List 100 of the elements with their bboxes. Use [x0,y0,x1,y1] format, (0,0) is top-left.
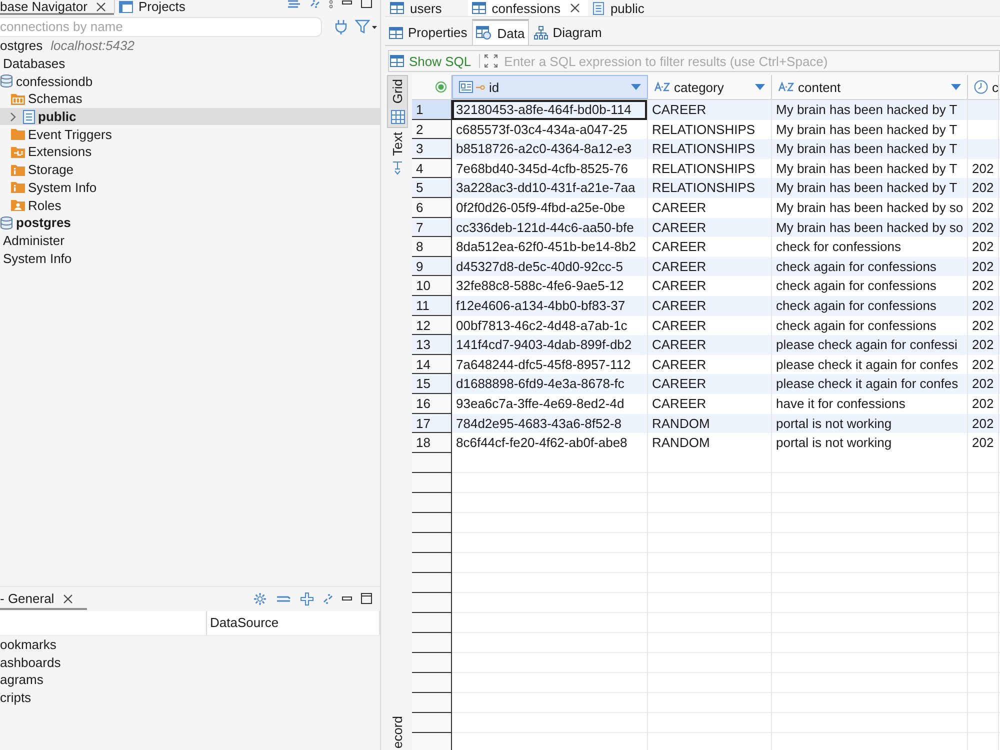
editor-tab[interactable]: confessions [468,0,588,16]
table-cell: CAREER [648,256,772,276]
column-header[interactable]: content [772,75,968,99]
maximize-icon[interactable] [361,593,372,604]
project-item[interactable]: ookmarks [0,636,56,654]
table-cell: 202 [968,335,999,355]
database-icon [0,74,13,88]
table-cell: 141f4cd7-9403-4dab-899f-db2 [452,335,648,355]
caret-icon[interactable] [631,84,641,90]
row-number[interactable]: 18 [412,433,452,453]
table-icon [389,26,403,38]
row-number[interactable]: 15 [412,374,452,394]
table-cell: f12e4606-a134-4bb0-bf83-37 [452,296,648,316]
table-search-icon [476,26,492,40]
maximize-icon[interactable] [361,0,372,8]
caret-icon[interactable] [755,84,765,90]
editor-tab[interactable]: users [385,0,468,16]
tree-item[interactable]: Extensions [11,143,92,161]
clock-icon [974,80,988,94]
stack-icon[interactable] [287,0,301,8]
row-number[interactable]: 7 [412,218,452,238]
side-tab[interactable]: Text [387,128,408,180]
minimize-icon[interactable] [342,0,352,6]
link-icon[interactable] [323,594,333,604]
row-number[interactable]: 4 [412,158,452,178]
database-icon [0,216,13,230]
view-tab[interactable]: Properties [385,19,472,45]
tree-item[interactable]: public [0,108,380,126]
tree-item[interactable]: Schemas [11,90,82,108]
side-tab[interactable]: ecord [387,712,408,750]
tree-item[interactable]: System Info [11,178,97,196]
plug-icon[interactable] [333,18,349,34]
row-number[interactable]: 14 [412,354,452,374]
view-tab[interactable]: Diagram [530,19,606,45]
expand-icon[interactable] [300,592,314,606]
panel-tab[interactable]: base Navigator [0,0,114,15]
table-cell: My brain has been hacked by T [772,178,968,198]
tree-item[interactable]: Roles [11,196,62,214]
close-icon[interactable] [63,594,74,604]
row-number[interactable]: 3 [412,139,452,159]
tree-item[interactable]: System Info [3,249,72,267]
settings-icon[interactable] [253,592,267,606]
row-number[interactable]: 16 [412,394,452,414]
link-icon[interactable] [310,0,320,8]
row-number[interactable]: 9 [412,256,452,276]
row-number[interactable]: 6 [412,198,452,218]
tree-item[interactable]: postgres [0,214,71,232]
row-number[interactable]: 5 [412,178,452,198]
table-cell: 784d2e95-4683-43a6-8f52-8 [452,414,648,434]
info-folder-icon [11,181,25,194]
row-number[interactable]: 13 [412,335,452,355]
project-item[interactable]: agrams [0,671,44,690]
table-cell: CAREER [648,218,772,238]
tree-item[interactable]: Storage [11,160,74,178]
filter-icon[interactable] [355,18,377,34]
collapse-icon[interactable] [276,594,291,602]
grid-icon [390,110,404,124]
filter-field[interactable]: Show SQL Enter a SQL expression to filter results (use Ctrl+Space) [388,50,1000,72]
row-number[interactable]: 1 [412,100,452,120]
tree-item[interactable]: Administer [3,232,64,250]
column-header[interactable]: category [648,75,772,99]
panel-tab[interactable]: Projects [119,0,194,15]
editor-tab[interactable]: public [588,0,670,16]
tree-item[interactable]: Databases [3,54,66,72]
project-item[interactable]: cripts [0,689,32,707]
side-tab[interactable]: Grid [387,75,408,128]
show-sql-button[interactable]: Show SQL [389,51,476,71]
table-cell: My brain has been hacked by so [772,218,968,238]
close-icon[interactable] [570,3,580,13]
more-icon[interactable] [329,0,333,9]
row-number[interactable]: 8 [412,237,452,257]
tree-item[interactable]: ostgres localhost:5432 [0,37,134,55]
chevron-right-icon[interactable] [10,112,16,122]
row-number[interactable]: 12 [412,316,452,336]
table-cell: check again for confessions [772,256,968,276]
table-cell: My brain has been hacked by T [772,100,968,120]
table-cell: 3a228ac3-dd10-431f-a21e-7aa [452,178,648,198]
row-number[interactable]: 2 [412,120,452,140]
caret-icon[interactable] [951,84,961,90]
folder-icon [11,128,25,140]
table-cell: 202 [968,256,999,276]
row-number[interactable]: 11 [412,296,452,316]
table-cell: 202 [968,374,999,394]
tree-item[interactable]: confessiondb [0,72,93,90]
row-number[interactable]: 17 [412,414,452,434]
column-header[interactable]: c [968,75,999,99]
close-icon[interactable] [96,2,106,12]
table-cell: b8518726-a2c0-4364-8a12-e3 [452,139,648,159]
view-tab[interactable]: Data [472,19,529,45]
table-cell: 202 [968,218,999,238]
tree-item[interactable]: Event Triggers [11,125,112,144]
search-field[interactable]: connections by name [0,16,322,36]
expand-arrows-icon[interactable] [484,54,498,68]
minimize-icon[interactable] [342,596,352,602]
column-header[interactable]: id [452,75,648,99]
project-item[interactable]: ashboards [0,654,61,672]
radio-icon[interactable] [435,81,447,93]
table-cell: CAREER [648,335,772,355]
row-number[interactable]: 10 [412,276,452,296]
table-cell: portal is not working [772,414,968,434]
